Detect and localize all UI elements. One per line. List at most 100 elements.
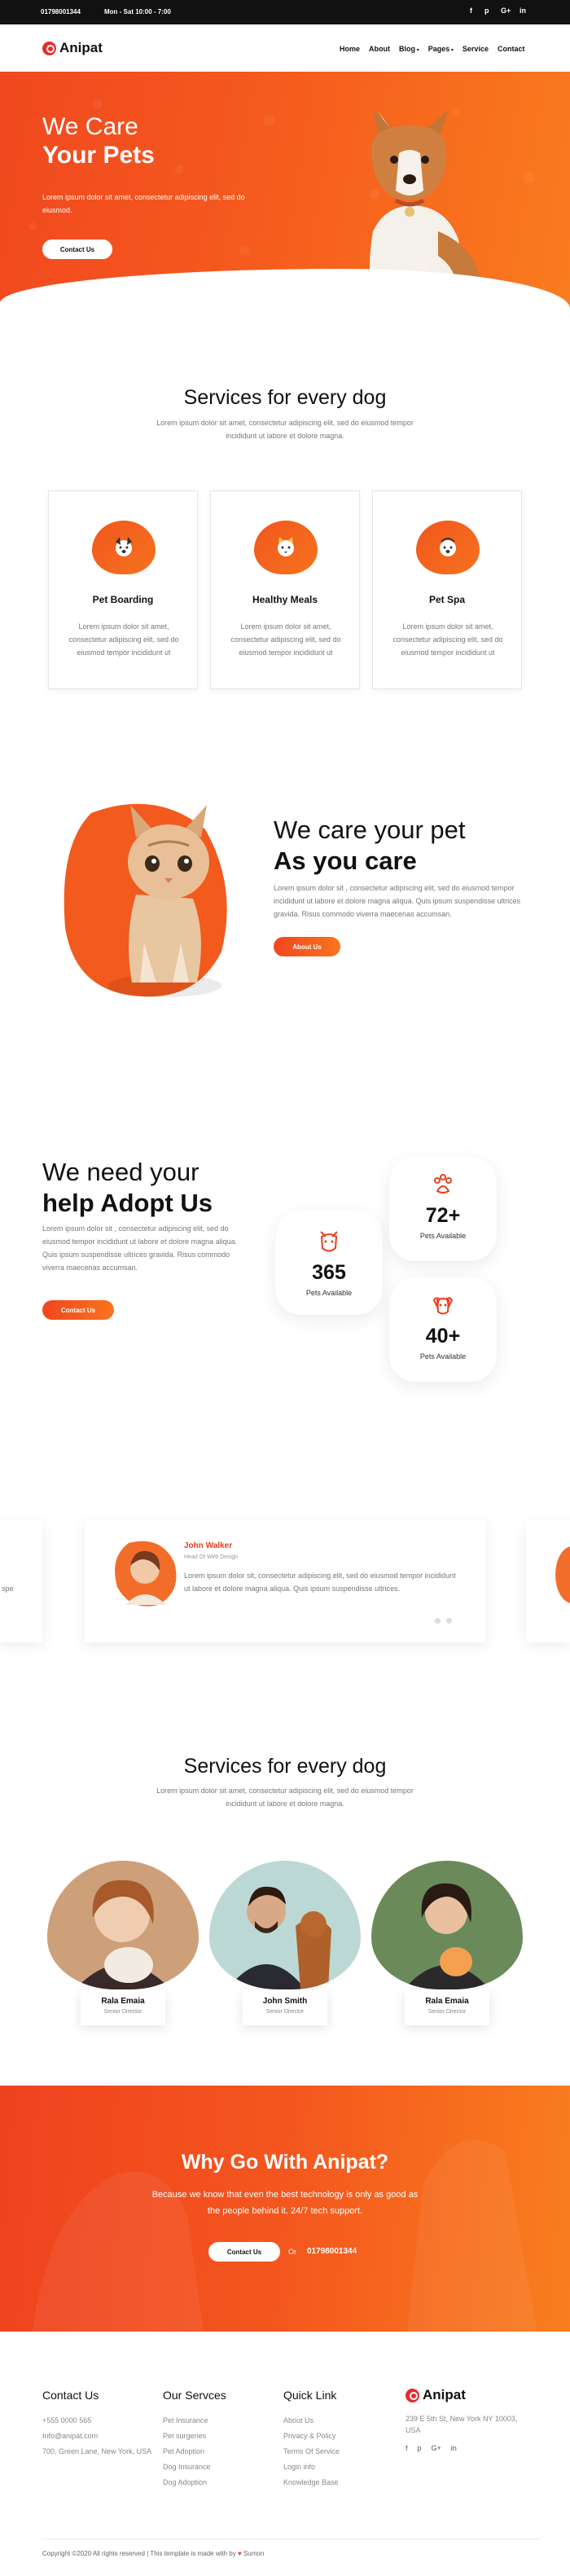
footer-link[interactable]: Knowledge Base bbox=[283, 2475, 340, 2490]
team-name: Rala Emaia bbox=[101, 1997, 145, 2006]
team-name: Rala Emaia bbox=[425, 1997, 469, 2006]
team-name-card: Rala Emaia Senior Director bbox=[405, 1989, 489, 2025]
team-member-2: John Smith Senior Director bbox=[209, 1861, 361, 2025]
adopt-line1: We need your bbox=[42, 1158, 200, 1186]
facebook-icon[interactable]: f bbox=[470, 7, 472, 15]
footer-copyright: Copyright ©2020 All rights reserved | Th… bbox=[42, 2550, 264, 2557]
footer-link[interactable]: Pet Insurance bbox=[163, 2413, 226, 2429]
service-card-title: Pet Spa bbox=[428, 594, 465, 605]
hero-line2: Your Pets bbox=[42, 142, 155, 169]
menu-about[interactable]: About bbox=[369, 45, 390, 53]
cat-icon bbox=[278, 537, 294, 556]
service-card-title: Pet Boarding bbox=[92, 594, 154, 605]
testimonial-role: Head Of Web Design bbox=[184, 1554, 239, 1560]
service-card-text: Lorem ipsum dolor sit amet, consectetur … bbox=[392, 622, 503, 657]
footer-logo[interactable]: Anipat bbox=[406, 2387, 528, 2403]
footer-link[interactable]: Pet surgeries bbox=[163, 2429, 226, 2444]
chevron-down-icon: ▾ bbox=[449, 48, 454, 53]
about-us-button[interactable]: About Us bbox=[274, 937, 340, 956]
services-title: Services for every dog bbox=[183, 386, 387, 409]
adopt-title: We need your help Adopt Us bbox=[42, 1157, 213, 1219]
logo-text: Anipat bbox=[59, 40, 103, 55]
site-logo[interactable]: Anipat bbox=[42, 40, 103, 56]
footer-link[interactable]: Terms Of Service bbox=[283, 2444, 340, 2460]
footer-quick-title: Quick Link bbox=[283, 2389, 337, 2402]
stat-number: 40+ bbox=[425, 1325, 461, 1347]
slider-dot[interactable] bbox=[435, 1618, 441, 1624]
hero-line1: We Care bbox=[42, 113, 138, 140]
footer-link[interactable]: Dog Insurance bbox=[163, 2460, 226, 2475]
menu-service[interactable]: Service bbox=[463, 45, 489, 53]
dog-head-icon bbox=[320, 1231, 338, 1252]
care-text: Lorem ipsum dolor sit , consectetur adip… bbox=[274, 884, 521, 918]
footer-contact: Contact Us +555 0000 565 Info@anipat.com… bbox=[42, 2389, 151, 2460]
copyright-text: Copyright ©2020 All rights reserved | Th… bbox=[42, 2550, 236, 2557]
paw-icon bbox=[42, 41, 56, 55]
top-bar: 01798001344 Mon - Sat 10:00 - 7:00 f p G… bbox=[0, 0, 570, 24]
footer-link[interactable]: Login info bbox=[283, 2460, 340, 2475]
menu-contact[interactable]: Contact bbox=[498, 45, 525, 53]
main-nav: Anipat Home About Blog ▾ Pages ▾ Service… bbox=[0, 24, 570, 72]
pinterest-icon[interactable]: p bbox=[484, 7, 489, 15]
footer-email[interactable]: Info@anipat.com bbox=[42, 2429, 151, 2444]
footer-link[interactable]: Dog Adoption bbox=[163, 2475, 226, 2490]
footer-link[interactable]: Privacy & Policy bbox=[283, 2429, 340, 2444]
menu-blog[interactable]: Blog ▾ bbox=[399, 45, 419, 53]
service-card-title: Healthy Meals bbox=[252, 594, 318, 605]
top-hours: Mon - Sat 10:00 - 7:00 bbox=[104, 8, 171, 15]
testimonial-card-prev: spe bbox=[0, 1520, 42, 1642]
testimonial-next-avatar bbox=[555, 1546, 570, 1603]
kitten-image bbox=[64, 803, 227, 997]
team-name-card: Rala Emaia Senior Director bbox=[81, 1989, 165, 2025]
hero-contact-button[interactable]: Contact Us bbox=[42, 240, 112, 259]
team-name-card: John Smith Senior Director bbox=[243, 1989, 327, 2025]
menu-pages[interactable]: Pages ▾ bbox=[428, 45, 454, 53]
team-role: Senior Director bbox=[265, 2009, 305, 2015]
why-contact-button[interactable]: Contact Us bbox=[208, 2242, 280, 2262]
service-card-pet-boarding[interactable]: Pet Boarding Lorem ipsum dolor sit amet,… bbox=[48, 490, 198, 689]
google-plus-icon[interactable]: G+ bbox=[432, 2444, 441, 2452]
linkedin-icon[interactable]: in bbox=[520, 7, 526, 15]
why-section: Why Go With Anipat? Because we know that… bbox=[0, 2086, 570, 2332]
why-or: Or bbox=[288, 2248, 296, 2256]
testimonial-card: John Walker Head Of Web Design Lorem ips… bbox=[85, 1520, 485, 1642]
heart-icon: ♥ bbox=[237, 2550, 243, 2557]
testimonial-avatar bbox=[115, 1541, 177, 1607]
why-title: Why Go With Anipat? bbox=[181, 2151, 389, 2174]
chevron-down-icon: ▾ bbox=[415, 48, 419, 53]
footer-phone[interactable]: +555 0000 565 bbox=[42, 2413, 151, 2429]
hero-text: Lorem ipsum dolor sit amet, consectetur … bbox=[42, 193, 245, 214]
care-line1: We care your pet bbox=[274, 815, 466, 844]
service-card-text: Lorem ipsum dolor sit amet, consectetur … bbox=[230, 622, 341, 657]
adopt-contact-button[interactable]: Contact Us bbox=[42, 1300, 114, 1320]
stat-label: Pets Available bbox=[305, 1289, 353, 1297]
services-subtitle: Lorem ipsum dolor sit amet, consectetur … bbox=[156, 419, 414, 440]
testimonial-prev-text: spe bbox=[2, 1585, 14, 1593]
slider-dot[interactable] bbox=[446, 1618, 452, 1624]
service-card-pet-spa[interactable]: Pet Spa Lorem ipsum dolor sit amet, cons… bbox=[372, 490, 522, 689]
spa-icon bbox=[440, 538, 456, 556]
facebook-icon[interactable]: f bbox=[406, 2444, 408, 2452]
footer-link[interactable]: About Us bbox=[283, 2413, 340, 2429]
footer-contact-title: Contact Us bbox=[42, 2389, 99, 2402]
team-member-1: Rala Emaia Senior Director bbox=[47, 1861, 199, 2025]
why-phone[interactable]: 01798001344 bbox=[307, 2247, 357, 2256]
service-icon-blob bbox=[416, 521, 480, 574]
footer-services: Our Servces Pet Insurance Pet surgeries … bbox=[163, 2389, 226, 2490]
puppy-icon bbox=[432, 1297, 454, 1315]
adopt-line2: help Adopt Us bbox=[42, 1189, 213, 1217]
pinterest-icon[interactable]: p bbox=[418, 2444, 422, 2452]
top-phone[interactable]: 01798001344 bbox=[41, 8, 81, 15]
service-card-healthy-meals[interactable]: Healthy Meals Lorem ipsum dolor sit amet… bbox=[210, 490, 360, 689]
footer-link[interactable]: Pet Adoption bbox=[163, 2444, 226, 2460]
service-card-text: Lorem ipsum dolor sit amet, consectetur … bbox=[68, 622, 179, 657]
menu: Home About Blog ▾ Pages ▾ Service Contac… bbox=[340, 45, 524, 53]
menu-home[interactable]: Home bbox=[340, 45, 360, 53]
footer-quick-links: Quick Link About Us Privacy & Policy Ter… bbox=[283, 2389, 340, 2490]
linkedin-icon[interactable]: in bbox=[451, 2444, 457, 2452]
team-title: Services for every dog bbox=[183, 1755, 387, 1778]
author-link[interactable]: Sumon bbox=[243, 2550, 264, 2557]
paw-icon bbox=[406, 2388, 419, 2402]
google-plus-icon[interactable]: G+ bbox=[501, 7, 511, 15]
team-member-3: Rala Emaia Senior Director bbox=[371, 1861, 523, 2025]
